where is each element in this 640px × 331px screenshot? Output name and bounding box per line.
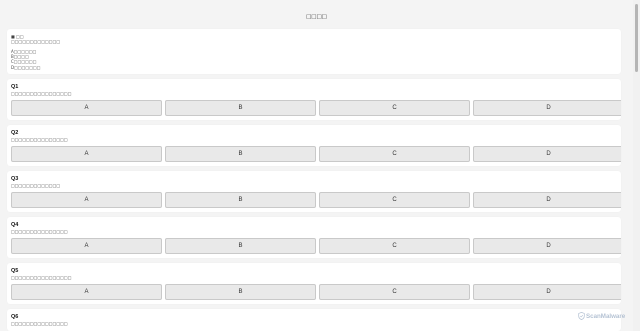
- answer-button-d[interactable]: D: [473, 100, 621, 116]
- answer-button-b[interactable]: B: [165, 238, 316, 254]
- answer-button-b[interactable]: B: [165, 100, 316, 116]
- answer-button-d[interactable]: D: [473, 238, 621, 254]
- watermark: ScanMalware: [578, 311, 632, 321]
- main-content: □□□□ ■ □□ □□□□□□□□□□□□□ A□□□□□□ B□□□□ C□…: [0, 0, 633, 331]
- answer-button-c[interactable]: C: [319, 238, 470, 254]
- answer-button-c[interactable]: C: [319, 192, 470, 208]
- question-card-q5: Q5 □□□□□□□□□□□□□□□□ A B C D: [7, 263, 621, 304]
- question-text: □□□□□□□□□□□□□□□: [11, 229, 68, 234]
- answer-options: A B C D: [11, 284, 621, 300]
- answer-options: A B C D: [11, 146, 621, 162]
- question-text: □□□□□□□□□□□□□□□□: [11, 275, 72, 280]
- answer-button-d[interactable]: D: [473, 146, 621, 162]
- question-label: Q3: [11, 176, 19, 182]
- answer-button-a[interactable]: A: [11, 238, 162, 254]
- question-text: □□□□□□□□□□□□□□□: [11, 321, 68, 326]
- instructions-card: ■ □□ □□□□□□□□□□□□□ A□□□□□□ B□□□□ C□□□□□□…: [7, 29, 621, 74]
- question-label: Q2: [11, 130, 19, 136]
- answer-button-a[interactable]: A: [11, 192, 162, 208]
- answer-button-a[interactable]: A: [11, 146, 162, 162]
- question-text: □□□□□□□□□□□□□: [11, 183, 61, 188]
- answer-button-b[interactable]: B: [165, 146, 316, 162]
- answer-button-a[interactable]: A: [11, 284, 162, 300]
- question-card-q4: Q4 □□□□□□□□□□□□□□□ A B C D: [7, 217, 621, 258]
- question-card-q2: Q2 □□□□□□□□□□□□□□□ A B C D: [7, 125, 621, 166]
- answer-button-b[interactable]: B: [165, 192, 316, 208]
- answer-button-a[interactable]: A: [11, 100, 162, 116]
- question-label: Q1: [11, 84, 19, 90]
- scrollbar-thumb[interactable]: [635, 4, 638, 72]
- question-label: Q4: [11, 222, 19, 228]
- question-text: □□□□□□□□□□□□□□□□: [11, 91, 72, 96]
- vertical-scrollbar[interactable]: [633, 0, 640, 331]
- question-text: □□□□□□□□□□□□□□□: [11, 137, 68, 142]
- question-label: Q5: [11, 268, 19, 274]
- question-label: Q6: [11, 314, 19, 320]
- question-card-q1: Q1 □□□□□□□□□□□□□□□□ A B C D: [7, 79, 621, 120]
- answer-button-c[interactable]: C: [319, 146, 470, 162]
- answer-button-c[interactable]: C: [319, 284, 470, 300]
- page: □□□□ ■ □□ □□□□□□□□□□□□□ A□□□□□□ B□□□□ C□…: [0, 0, 640, 331]
- answer-options: A B C D: [11, 238, 621, 254]
- answer-button-c[interactable]: C: [319, 100, 470, 116]
- instructions-option-d: D□□□□□□□: [11, 64, 41, 70]
- question-card-q6: Q6 □□□□□□□□□□□□□□□: [7, 309, 621, 331]
- watermark-text: ScanMalware: [586, 312, 626, 320]
- answer-button-d[interactable]: D: [473, 192, 621, 208]
- question-card-q3: Q3 □□□□□□□□□□□□□ A B C D: [7, 171, 621, 212]
- answer-button-d[interactable]: D: [473, 284, 621, 300]
- answer-options: A B C D: [11, 100, 621, 116]
- shield-icon: [578, 312, 585, 320]
- answer-button-b[interactable]: B: [165, 284, 316, 300]
- answer-options: A B C D: [11, 192, 621, 208]
- page-title: □□□□: [306, 14, 327, 20]
